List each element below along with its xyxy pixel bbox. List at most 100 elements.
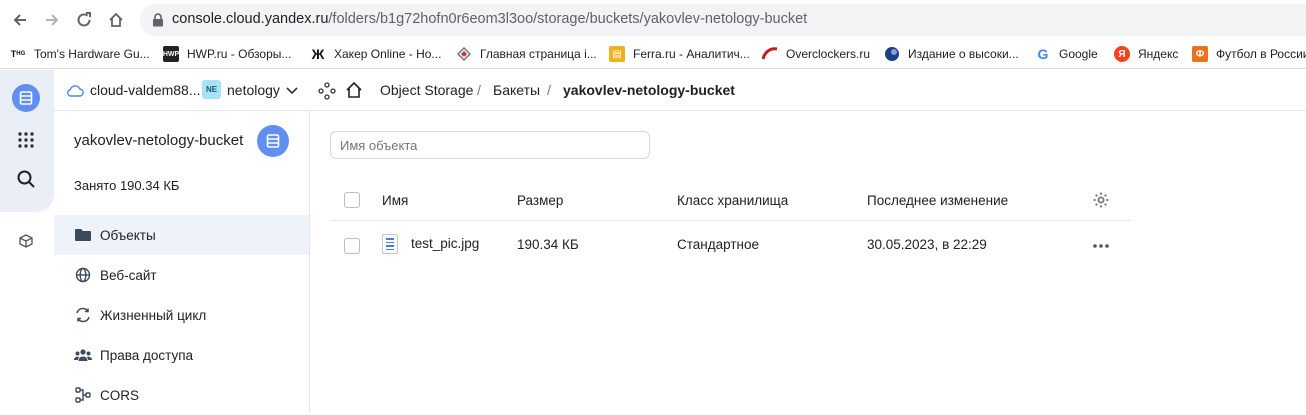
chevron-down-icon[interactable] (286, 87, 298, 95)
column-storage-class[interactable]: Класс хранилища (677, 193, 788, 208)
bookmarks-bar: T HG Tom's Hardware Gu... HWP HWP.ru - Об… (0, 40, 1306, 69)
bookmark-xakep[interactable]: Ж Хакер Online - Но... (310, 44, 442, 64)
football-icon: Ф (1192, 46, 1208, 62)
column-name[interactable]: Имя (382, 193, 408, 208)
object-storage-class: Стандартное (677, 237, 759, 252)
breadcrumb-object-storage[interactable]: Object Storage (380, 82, 473, 98)
url-text: console.cloud.yandex.ru/folders/b1g72hof… (172, 11, 807, 27)
home-button[interactable] (104, 8, 128, 32)
bookmark-label: Tom's Hardware Gu... (34, 47, 150, 61)
toms-hardware-icon: T HG (10, 49, 26, 59)
object-size: 190.34 КБ (517, 237, 579, 252)
bucket-occupied: Занято 190.34 КБ (74, 178, 180, 193)
bookmark-ixbt[interactable]: Главная страница i... (456, 44, 597, 64)
file-icon (382, 234, 398, 254)
menu-label: Права доступа (100, 347, 194, 363)
bookmark-football[interactable]: Ф Футбол в России (1192, 44, 1306, 64)
bucket-name: yakovlev-netology-bucket (74, 132, 244, 149)
folder-badge: NE (202, 80, 221, 99)
breadcrumb-current-bucket: yakovlev-netology-bucket (563, 82, 735, 98)
all-services-button[interactable] (12, 126, 40, 154)
storage-service-button[interactable] (12, 84, 40, 112)
home-icon[interactable] (345, 81, 363, 99)
lock-icon (153, 13, 163, 27)
bookmark-label: HWP.ru - Обзоры... (187, 47, 292, 61)
menu-label: Жизненный цикл (100, 307, 207, 323)
xakep-icon: Ж (311, 46, 325, 62)
cors-icon (74, 386, 92, 404)
bookmark-label: Издание о высоки... (908, 47, 1019, 61)
gear-icon[interactable] (1092, 191, 1110, 209)
globe-dark-icon (884, 46, 900, 62)
bookmark-hwp[interactable]: HWP HWP.ru - Обзоры... (163, 44, 291, 64)
storage-icon (266, 134, 280, 148)
overclockers-icon (762, 46, 778, 62)
bookmark-toms-hardware[interactable]: T HG Tom's Hardware Gu... (10, 44, 150, 64)
bookmark-label: Google (1059, 47, 1098, 61)
menu-website[interactable]: Веб-сайт (54, 255, 309, 295)
hwp-icon: HWP (163, 46, 179, 62)
column-size[interactable]: Размер (517, 193, 563, 208)
url-host: console.cloud.yandex.ru (172, 11, 329, 27)
bookmark-google[interactable]: G Google (1035, 44, 1098, 64)
menu-label: Веб-сайт (100, 267, 157, 283)
browser-toolbar: console.cloud.yandex.ru/folders/b1g72hof… (0, 0, 1306, 40)
object-name[interactable]: test_pic.jpg (411, 236, 479, 251)
google-icon: G (1037, 46, 1049, 62)
breadcrumb-buckets[interactable]: Бакеты (493, 82, 540, 98)
bookmark-izdanie[interactable]: Издание о высоки... (884, 44, 1019, 64)
nodes-icon[interactable] (318, 82, 336, 100)
bookmark-label: Overclockers.ru (786, 47, 871, 61)
bookmark-label: Главная страница i... (480, 47, 597, 61)
bookmark-label: Яндекс (1138, 47, 1179, 61)
table-header: Имя Размер Класс хранилища Последнее изм… (330, 179, 1131, 221)
bookmark-ferra[interactable]: ▤ Ferra.ru - Аналитич... (609, 44, 750, 64)
home-icon (109, 12, 123, 27)
object-search-input[interactable] (330, 131, 650, 159)
bucket-sidebar: yakovlev-netology-bucket Занято 190.34 К… (54, 111, 310, 413)
globe-icon (74, 266, 92, 284)
more-icon[interactable] (1092, 243, 1110, 249)
ferra-icon: ▤ (609, 46, 625, 62)
users-icon (74, 346, 92, 364)
back-button[interactable] (8, 8, 32, 32)
box-icon (19, 234, 33, 248)
menu-access[interactable]: Права доступа (54, 335, 309, 375)
breadcrumb-separator: / (477, 82, 481, 98)
menu-cors[interactable]: CORS (54, 375, 309, 415)
arrow-right-icon (46, 14, 59, 26)
column-modified[interactable]: Последнее изменение (867, 193, 1008, 208)
diamond-icon (456, 46, 472, 62)
bookmark-label: Хакер Online - Но... (334, 47, 442, 61)
url-path: /folders/b1g72hofn0r6eom3l3oo/storage/bu… (328, 11, 808, 27)
cloud-selector[interactable]: cloud-valdem88... (90, 82, 201, 98)
forward-button[interactable] (40, 8, 64, 32)
search-icon (17, 170, 35, 188)
row-checkbox[interactable] (344, 238, 360, 254)
left-rail (0, 70, 54, 413)
reload-button[interactable] (72, 8, 96, 32)
cloud-icon (67, 85, 84, 97)
select-all-checkbox[interactable] (344, 192, 360, 208)
bookmark-yandex[interactable]: Я Яндекс (1114, 44, 1178, 64)
console-topbar: cloud-valdem88... NE netology Object Sto… (54, 70, 1306, 111)
objects-table: Имя Размер Класс хранилища Последнее изм… (330, 179, 1131, 271)
folder-selector[interactable]: netology (227, 82, 280, 98)
bucket-badge (257, 125, 289, 157)
menu-lifecycle[interactable]: Жизненный цикл (54, 295, 309, 335)
marketplace-button[interactable] (12, 227, 40, 255)
menu-objects[interactable]: Объекты (54, 215, 309, 255)
bookmark-label: Футбол в России (1216, 47, 1306, 61)
bookmark-label: Ferra.ru - Аналитич... (633, 47, 750, 61)
grid-icon (18, 132, 34, 148)
cycle-icon (74, 306, 92, 324)
bookmark-overclockers[interactable]: Overclockers.ru (762, 44, 870, 64)
arrow-left-icon (13, 14, 26, 26)
object-modified: 30.05.2023, в 22:29 (867, 237, 987, 252)
objects-panel: Имя Размер Класс хранилища Последнее изм… (311, 111, 1306, 413)
storage-icon (12, 84, 40, 112)
search-button[interactable] (12, 165, 40, 193)
folder-icon (74, 226, 92, 244)
address-bar[interactable]: console.cloud.yandex.ru/folders/b1g72hof… (140, 4, 1306, 36)
table-row[interactable]: test_pic.jpg 190.34 КБ Стандартное 30.05… (330, 221, 1131, 271)
